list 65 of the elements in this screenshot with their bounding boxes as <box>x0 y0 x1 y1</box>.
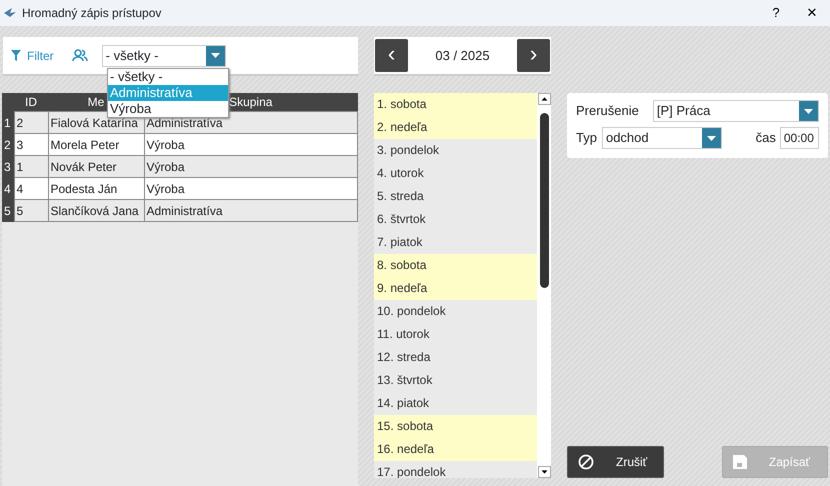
day-item[interactable]: 8. sobota <box>374 254 537 277</box>
table-cell: 5 <box>14 200 48 222</box>
dropdown-option[interactable]: - všetky - <box>108 69 228 85</box>
table-cell: 4 <box>14 178 48 200</box>
day-item[interactable]: 14. piatok <box>374 392 537 415</box>
filter-icon[interactable] <box>11 50 21 61</box>
table-cell: Administratíva <box>144 200 358 222</box>
day-item[interactable]: 2. nedeľa <box>374 116 537 139</box>
field-label: Prerušenie <box>576 102 639 120</box>
next-button[interactable]: › <box>517 39 550 72</box>
column-header[interactable]: ID <box>14 93 48 112</box>
filter-label[interactable]: Filter <box>27 46 54 64</box>
day-item[interactable]: 5. streda <box>374 185 537 208</box>
app-icon <box>4 8 16 18</box>
row-number: 3 <box>2 156 14 178</box>
month-label: 03 / 2025 <box>435 46 490 65</box>
row-number: 1 <box>2 112 14 134</box>
field-label: čas <box>756 129 776 148</box>
table-cell: Výroba <box>144 178 358 200</box>
day-item[interactable]: 15. sobota <box>374 415 537 438</box>
interruption-select[interactable]: [P] Práca <box>652 100 819 122</box>
day-item[interactable]: 7. piatok <box>374 231 537 254</box>
dropdown-button[interactable] <box>798 101 818 121</box>
table-cell: Výroba <box>144 134 358 156</box>
dropdown-button[interactable] <box>702 128 721 148</box>
row-number: 2 <box>2 134 14 156</box>
table-cell: Slančíková Jana <box>48 200 144 222</box>
help-button[interactable]: ? <box>758 3 794 23</box>
day-item[interactable]: 1. sobota <box>374 93 537 116</box>
day-item[interactable]: 12. streda <box>374 346 537 369</box>
window-title: Hromadný zápis prístupov <box>22 5 162 22</box>
day-item[interactable]: 9. nedeľa <box>374 277 537 300</box>
table-cell: 3 <box>14 134 48 156</box>
time-field[interactable]: 00:00 <box>780 127 819 149</box>
table-cell: Morela Peter <box>48 134 144 156</box>
caret-icon <box>804 108 813 114</box>
table-cell: Výroba <box>144 156 358 178</box>
caret-icon <box>210 53 220 58</box>
cancel-button[interactable]: Zrušiť <box>567 446 664 478</box>
row-number: 5 <box>2 200 14 222</box>
dropdown-button[interactable] <box>206 46 225 66</box>
day-item[interactable]: 6. štvrtok <box>374 208 537 231</box>
table-cell: Podesta Ján <box>48 178 144 200</box>
cancel-icon <box>578 454 594 470</box>
scroll-up-icon[interactable] <box>538 93 550 105</box>
table-cell: Novák Peter <box>48 156 144 178</box>
day-item[interactable]: 10. pondelok <box>374 300 537 323</box>
day-item[interactable]: 13. štvrtok <box>374 369 537 392</box>
row-number: 4 <box>2 178 14 200</box>
day-item[interactable]: 4. utorok <box>374 162 537 185</box>
day-item[interactable]: 16. nedeľa <box>374 438 537 461</box>
close-button[interactable]: ✕ <box>794 3 830 23</box>
scroll-down-icon[interactable] <box>538 466 550 478</box>
table-cell: 1 <box>14 156 48 178</box>
group-select[interactable]: - všetky - <box>102 44 226 66</box>
save-icon <box>732 455 747 469</box>
day-item[interactable]: 3. pondelok <box>374 139 537 162</box>
day-item[interactable]: 11. utorok <box>374 323 537 346</box>
scrollbar[interactable] <box>537 93 551 478</box>
users-icon <box>72 49 88 62</box>
type-select[interactable]: odchod <box>602 127 722 149</box>
field-label: Typ <box>576 129 597 148</box>
caret-icon <box>706 136 716 140</box>
previous-button[interactable]: ‹ <box>375 39 408 72</box>
table-cell: 2 <box>14 112 48 134</box>
